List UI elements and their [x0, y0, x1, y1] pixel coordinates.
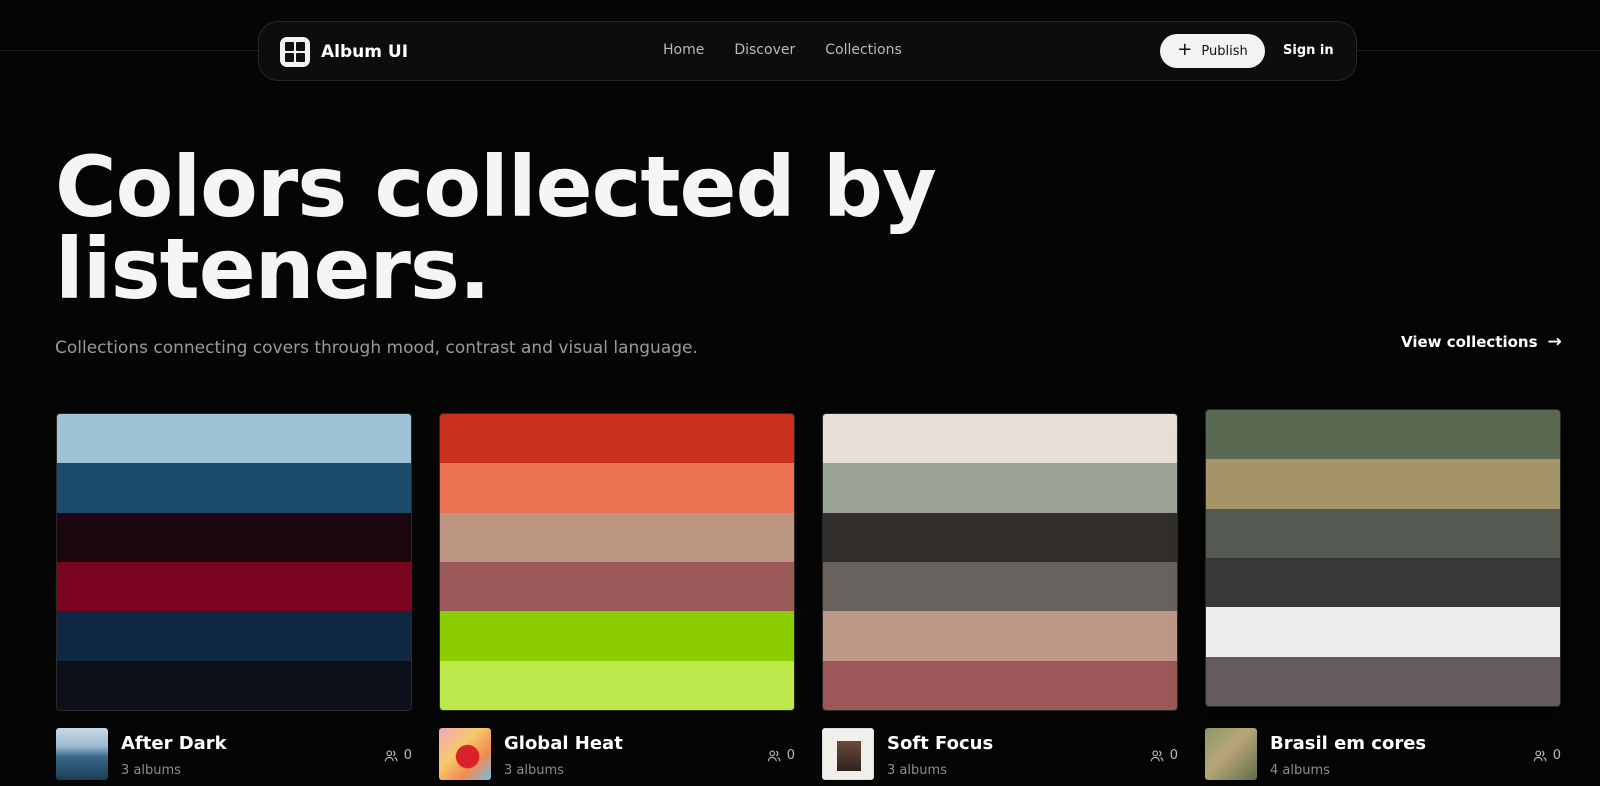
- card-meta: Soft Focus 3 albums 0: [822, 728, 1178, 784]
- collection-card[interactable]: Global Heat 3 albums 0: [439, 413, 795, 784]
- publish-button[interactable]: + Publish: [1160, 34, 1265, 68]
- followers-count: 0: [1150, 748, 1178, 763]
- color-swatch: [57, 512, 411, 562]
- card-meta: After Dark 3 albums 0: [56, 728, 412, 784]
- album-count: 3 albums: [504, 763, 564, 778]
- arrow-right-icon: →: [1547, 332, 1562, 352]
- card-meta: Global Heat 3 albums 0: [439, 728, 795, 784]
- color-swatch: [1206, 459, 1560, 509]
- album-count: 4 albums: [1270, 763, 1330, 778]
- color-swatch: [1206, 656, 1560, 706]
- top-navbar: Album UI Home Discover Collections + Pub…: [258, 21, 1357, 81]
- color-swatch: [1206, 557, 1560, 608]
- view-collections-link[interactable]: View collections →: [1401, 332, 1562, 352]
- color-swatch: [440, 414, 794, 464]
- album-cover-thumbnail[interactable]: [439, 728, 491, 780]
- color-swatch: [440, 512, 794, 562]
- color-swatch: [823, 561, 1177, 612]
- color-swatch: [823, 414, 1177, 464]
- followers-count: 0: [1533, 748, 1561, 763]
- nav-collections-link[interactable]: Collections: [825, 42, 902, 58]
- users-icon: [1533, 750, 1547, 761]
- followers-value: 0: [1169, 748, 1178, 763]
- color-swatch: [57, 561, 411, 612]
- color-swatch: [1206, 508, 1560, 558]
- color-swatch: [57, 660, 411, 710]
- album-count: 3 albums: [121, 763, 181, 778]
- users-icon: [384, 750, 398, 761]
- color-swatch: [823, 611, 1177, 661]
- hero-title: Colors collected by listeners.: [55, 138, 937, 318]
- color-swatch: [823, 512, 1177, 562]
- logo[interactable]: Album UI: [280, 37, 408, 67]
- color-swatch: [57, 463, 411, 513]
- color-swatch: [440, 660, 794, 710]
- followers-value: 0: [1552, 748, 1561, 763]
- nav-discover-link[interactable]: Discover: [734, 42, 795, 58]
- color-swatch: [1206, 410, 1560, 460]
- color-swatch: [823, 463, 1177, 513]
- nav-links: Home Discover Collections: [663, 42, 902, 58]
- album-count: 3 albums: [887, 763, 947, 778]
- color-swatch: [440, 561, 794, 612]
- color-swatch: [57, 611, 411, 661]
- users-icon: [1150, 750, 1164, 761]
- card-meta: Brasil em cores 4 albums 0: [1205, 728, 1561, 784]
- followers-count: 0: [767, 748, 795, 763]
- card-title[interactable]: Soft Focus: [887, 733, 993, 754]
- collection-card[interactable]: Brasil em cores 4 albums 0: [1205, 409, 1561, 784]
- album-cover-thumbnail[interactable]: [1205, 728, 1257, 780]
- album-cover-thumbnail[interactable]: [56, 728, 108, 780]
- color-palette[interactable]: [822, 413, 1178, 711]
- color-swatch: [440, 463, 794, 513]
- logo-text: Album UI: [321, 42, 409, 62]
- nav-home-link[interactable]: Home: [663, 42, 704, 58]
- card-title[interactable]: Global Heat: [504, 733, 623, 754]
- view-collections-label: View collections: [1401, 333, 1538, 351]
- hero-subtitle: Collections connecting covers through mo…: [55, 338, 698, 358]
- followers-value: 0: [786, 748, 795, 763]
- color-palette[interactable]: [439, 413, 795, 711]
- color-swatch: [823, 660, 1177, 710]
- card-title[interactable]: Brasil em cores: [1270, 733, 1426, 754]
- grid-logo-icon: [280, 37, 310, 67]
- color-palette[interactable]: [1205, 409, 1561, 707]
- followers-count: 0: [384, 748, 412, 763]
- color-swatch: [57, 414, 411, 464]
- color-swatch: [1206, 607, 1560, 657]
- plus-icon: +: [1177, 39, 1193, 60]
- followers-value: 0: [403, 748, 412, 763]
- collection-card[interactable]: Soft Focus 3 albums 0: [822, 413, 1178, 784]
- collection-card[interactable]: After Dark 3 albums 0: [56, 413, 412, 784]
- color-swatch: [440, 611, 794, 661]
- sign-in-link[interactable]: Sign in: [1283, 43, 1334, 58]
- publish-label: Publish: [1201, 43, 1248, 59]
- color-palette[interactable]: [56, 413, 412, 711]
- users-icon: [767, 750, 781, 761]
- card-title[interactable]: After Dark: [121, 733, 227, 754]
- album-cover-thumbnail[interactable]: [822, 728, 874, 780]
